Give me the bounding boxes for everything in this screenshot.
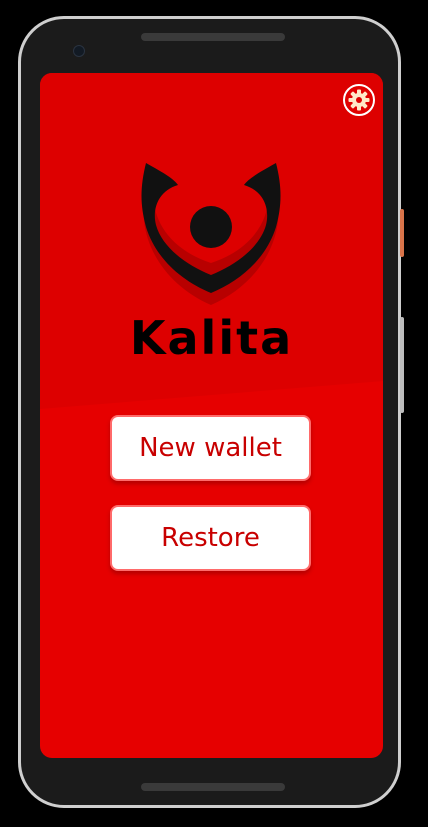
new-wallet-button[interactable]: New wallet [110,415,311,481]
settings-button[interactable] [343,84,375,116]
volume-button [400,317,404,413]
app-name: Kalita [129,311,294,365]
top-speaker [141,33,285,41]
app-screen: Kalita New wallet Restore [40,73,383,758]
bottom-speaker [141,783,285,791]
kalita-logo [141,163,281,305]
power-button [400,209,404,257]
gear-icon [348,89,370,111]
phone-frame: Kalita New wallet Restore [18,16,404,808]
front-camera [73,45,85,57]
restore-button[interactable]: Restore [110,505,311,571]
